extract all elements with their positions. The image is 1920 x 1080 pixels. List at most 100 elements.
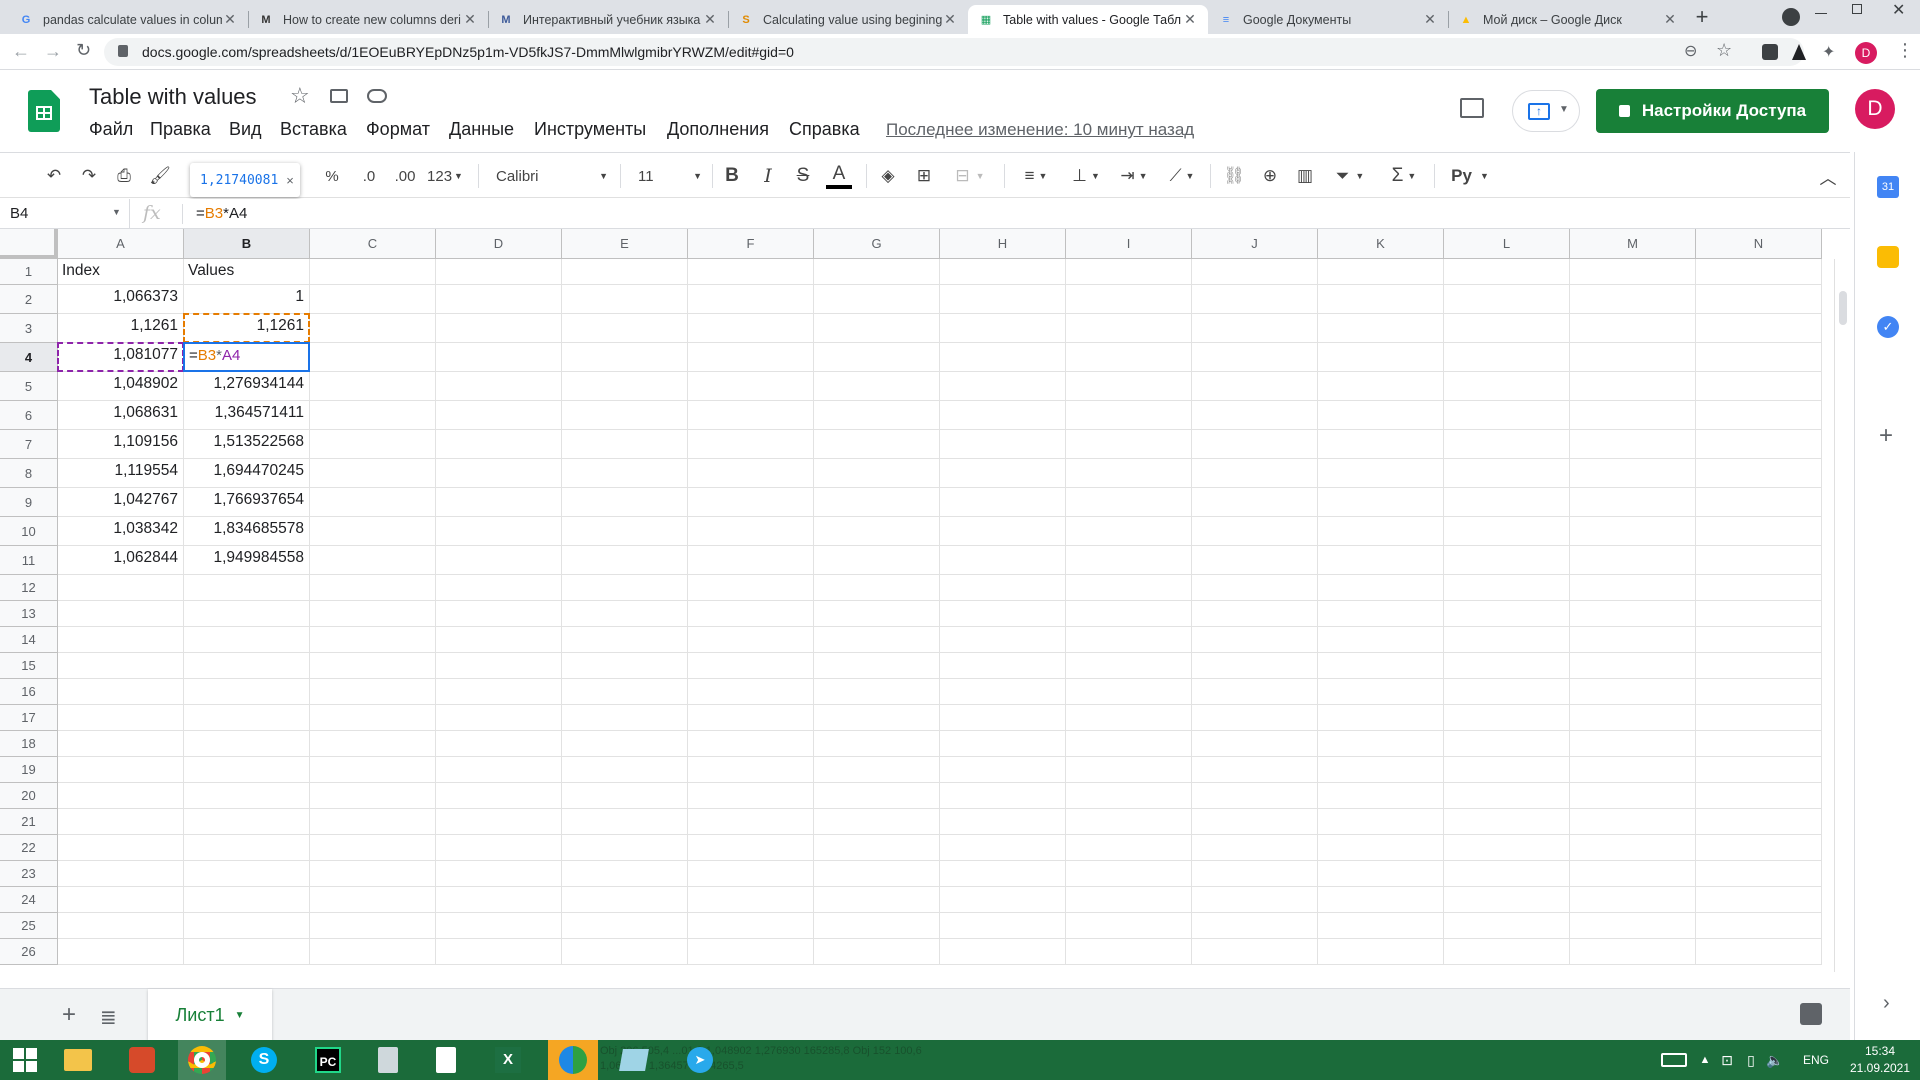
cell-h8[interactable] [940,459,1066,488]
calculator-icon[interactable] [368,1040,408,1080]
cell-f26[interactable] [688,939,814,965]
cell-m1[interactable] [1570,259,1696,285]
cell-b6[interactable]: 1,364571411 [184,401,310,430]
volume-icon[interactable]: 🔈 [1764,1040,1786,1080]
notepad-icon[interactable] [426,1040,466,1080]
explore-icon[interactable] [1800,1003,1822,1025]
cell-a19[interactable] [58,757,184,783]
cell-i21[interactable] [1066,809,1192,835]
app-icon[interactable] [614,1040,654,1080]
text-rotation-icon[interactable]: ⟋ ▼ [1162,163,1202,189]
bookmark-star-icon[interactable]: ☆ [1716,40,1732,61]
cell-b18[interactable] [184,731,310,757]
cell-b26[interactable] [184,939,310,965]
cell-d5[interactable] [436,372,562,401]
account-avatar[interactable]: D [1855,89,1895,129]
bold-icon[interactable]: B [720,163,744,189]
cell-i17[interactable] [1066,705,1192,731]
cell-m3[interactable] [1570,314,1696,343]
add-sheet-button[interactable]: + [62,1001,76,1029]
cell-c20[interactable] [310,783,436,809]
cell-g12[interactable] [814,575,940,601]
cell-n20[interactable] [1696,783,1822,809]
add-addon-icon[interactable]: + [1879,422,1893,450]
cell-f4[interactable] [688,343,814,372]
close-window-button[interactable]: ✕ [1892,0,1905,20]
column-header-k[interactable]: K [1318,229,1444,259]
menu-item[interactable]: Правка [150,119,211,140]
calendar-icon[interactable]: 31 [1877,176,1899,198]
cell-h4[interactable] [940,343,1066,372]
cell-f12[interactable] [688,575,814,601]
row-header-12[interactable]: 12 [0,575,58,601]
cell-d22[interactable] [436,835,562,861]
tray-chevron-up-icon[interactable]: ▲ [1696,1040,1714,1080]
cell-j17[interactable] [1192,705,1318,731]
cell-m6[interactable] [1570,401,1696,430]
cell-l22[interactable] [1444,835,1570,861]
cell-h16[interactable] [940,679,1066,705]
cell-n5[interactable] [1696,372,1822,401]
cell-h19[interactable] [940,757,1066,783]
cell-m5[interactable] [1570,372,1696,401]
row-header-14[interactable]: 14 [0,627,58,653]
cell-k13[interactable] [1318,601,1444,627]
cell-b10[interactable]: 1,834685578 [184,517,310,546]
cell-c19[interactable] [310,757,436,783]
cell-g26[interactable] [814,939,940,965]
cell-n14[interactable] [1696,627,1822,653]
kebab-menu-icon[interactable]: ⋮ [1896,40,1914,61]
cell-n1[interactable] [1696,259,1822,285]
cell-j12[interactable] [1192,575,1318,601]
cell-c14[interactable] [310,627,436,653]
cell-n9[interactable] [1696,488,1822,517]
vertical-align-icon[interactable]: ⊥ ▼ [1066,163,1106,189]
cell-h23[interactable] [940,861,1066,887]
cell-g19[interactable] [814,757,940,783]
tab-search-icon[interactable] [1782,8,1800,26]
cell-e26[interactable] [562,939,688,965]
cell-k9[interactable] [1318,488,1444,517]
strikethrough-icon[interactable]: S [791,163,815,189]
cell-h14[interactable] [940,627,1066,653]
cell-a3[interactable]: 1,1261 [58,314,184,343]
cell-n21[interactable] [1696,809,1822,835]
column-header-f[interactable]: F [688,229,814,259]
cell-k7[interactable] [1318,430,1444,459]
column-header-l[interactable]: L [1444,229,1570,259]
cell-j23[interactable] [1192,861,1318,887]
cell-a24[interactable] [58,887,184,913]
windows-start-icon[interactable] [8,1040,42,1080]
cell-k16[interactable] [1318,679,1444,705]
cell-c25[interactable] [310,913,436,939]
row-header-23[interactable]: 23 [0,861,58,887]
cell-a16[interactable] [58,679,184,705]
cell-a23[interactable] [58,861,184,887]
cell-m11[interactable] [1570,546,1696,575]
cell-g7[interactable] [814,430,940,459]
document-title[interactable]: Table with values [89,84,257,110]
row-header-19[interactable]: 19 [0,757,58,783]
cell-c22[interactable] [310,835,436,861]
cell-j19[interactable] [1192,757,1318,783]
cell-editor-b4[interactable]: =B3*A4 [183,342,310,372]
cell-m13[interactable] [1570,601,1696,627]
cell-j20[interactable] [1192,783,1318,809]
close-icon[interactable]: × [286,173,294,188]
cell-e5[interactable] [562,372,688,401]
sheet-tab-list1[interactable]: Лист1 ▼ [148,989,272,1041]
cell-h22[interactable] [940,835,1066,861]
vertical-scroll-thumb[interactable] [1839,291,1847,325]
cell-i18[interactable] [1066,731,1192,757]
cell-d4[interactable] [436,343,562,372]
row-header-4[interactable]: 4 [0,343,58,372]
cell-h9[interactable] [940,488,1066,517]
cell-h2[interactable] [940,285,1066,314]
cell-e18[interactable] [562,731,688,757]
insert-comment-icon[interactable]: ⊕ [1258,163,1282,189]
cell-i24[interactable] [1066,887,1192,913]
keyboard-icon[interactable] [1656,1040,1692,1080]
cell-b21[interactable] [184,809,310,835]
cell-g21[interactable] [814,809,940,835]
cell-k1[interactable] [1318,259,1444,285]
